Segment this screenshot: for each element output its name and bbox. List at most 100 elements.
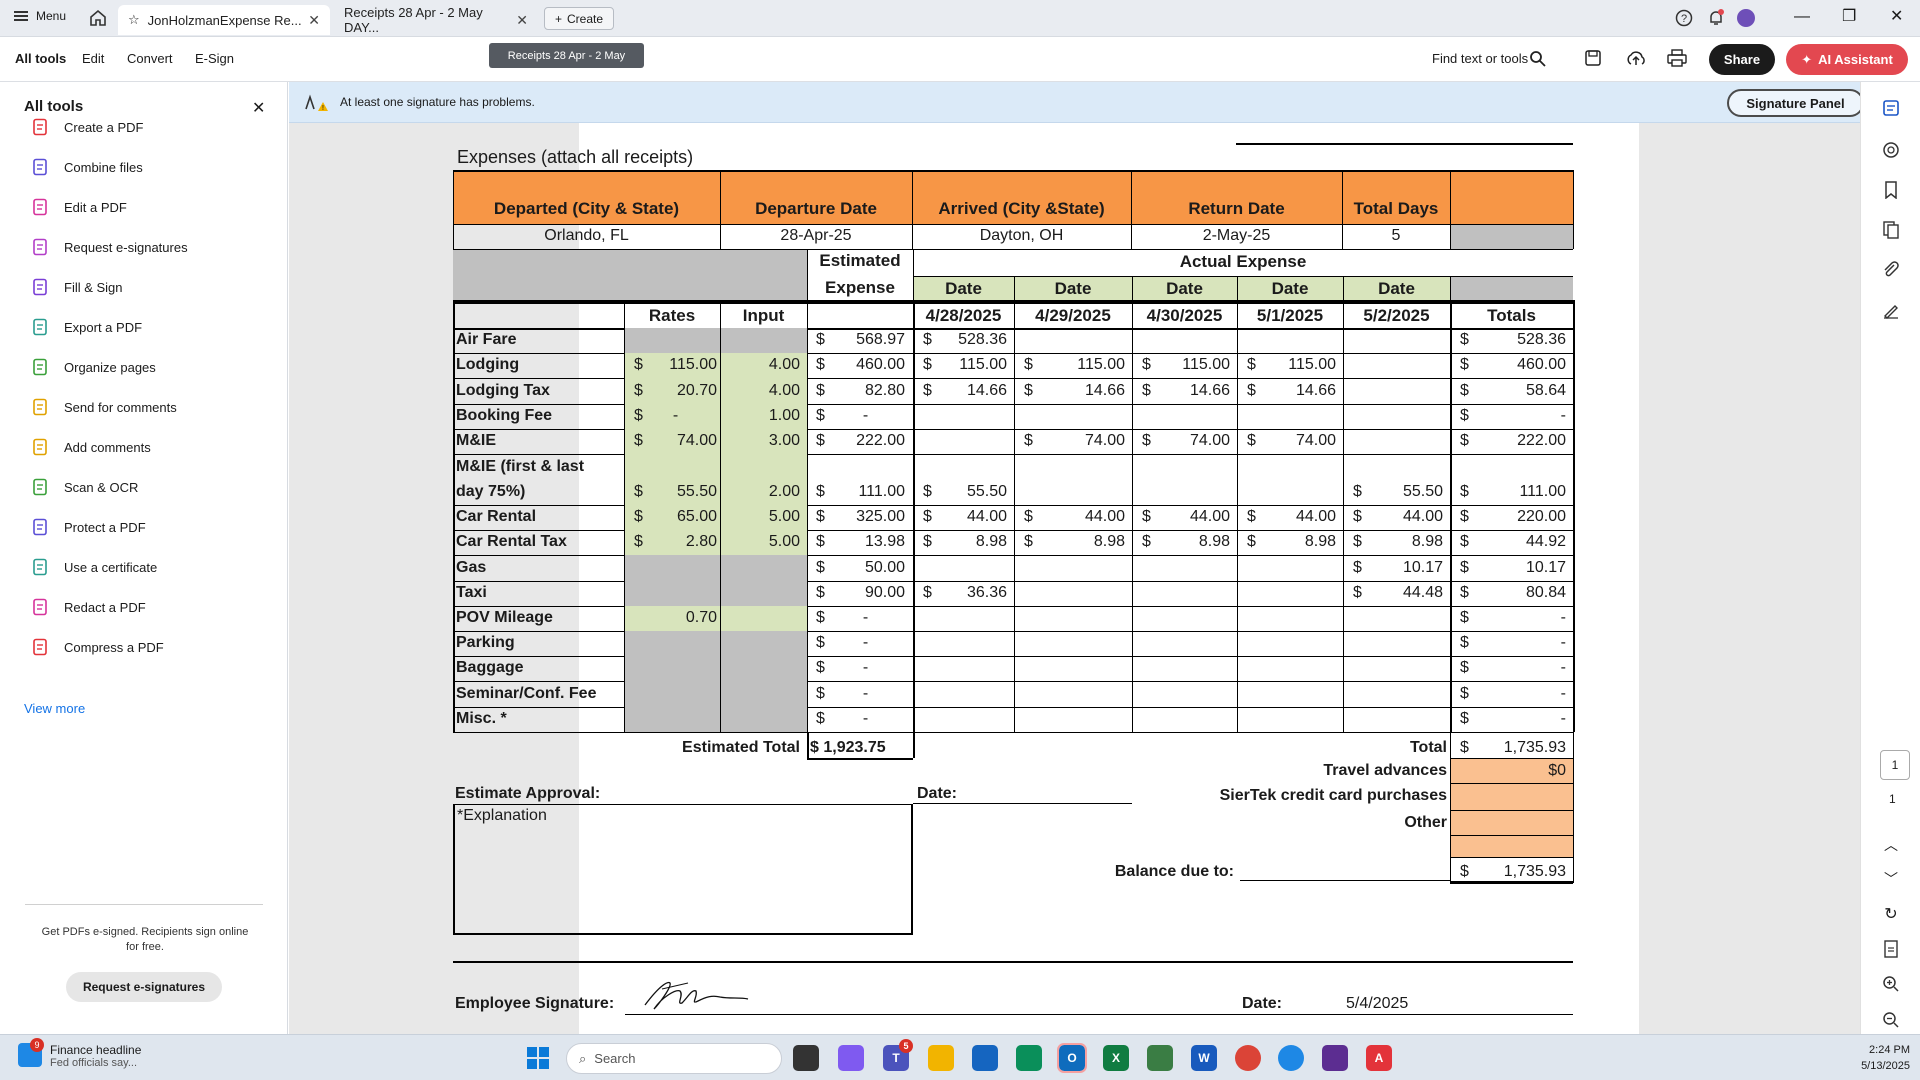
zoom-out-icon[interactable] xyxy=(1881,1010,1901,1030)
actual-value[interactable]: 8.98 xyxy=(1363,532,1443,552)
close-tab-icon[interactable]: ✕ xyxy=(516,12,528,29)
actual-value[interactable]: 14.66 xyxy=(1152,381,1230,401)
pages-icon[interactable] xyxy=(1881,220,1901,240)
edit-panel-icon[interactable] xyxy=(1881,98,1901,118)
save-icon[interactable] xyxy=(1584,49,1602,72)
request-esignatures-button[interactable]: Request e-signatures xyxy=(66,972,222,1002)
find-tools[interactable]: Find text or tools xyxy=(1432,51,1528,66)
app-icon[interactable] xyxy=(1278,1045,1304,1071)
signature-panel-button[interactable]: Signature Panel xyxy=(1727,89,1864,117)
close-tab-icon[interactable]: ✕ xyxy=(308,12,320,29)
app-icon-2[interactable] xyxy=(1322,1045,1348,1071)
minimize-icon[interactable]: — xyxy=(1794,8,1810,26)
actual-value[interactable]: 115.00 xyxy=(1034,355,1125,375)
travel-advances-value[interactable]: $0 xyxy=(1450,761,1566,781)
acrobat-icon[interactable]: A xyxy=(1366,1045,1392,1071)
tool-item-add-comments[interactable]: Add comments xyxy=(30,435,151,459)
actual-value[interactable]: 14.66 xyxy=(1257,381,1336,401)
actual-value[interactable]: 44.48 xyxy=(1363,583,1443,603)
tool-item-organize-pages[interactable]: Organize pages xyxy=(30,355,156,379)
trip-value-0[interactable]: Orlando, FL xyxy=(453,226,720,246)
rate-value[interactable]: 115.00 xyxy=(634,355,717,375)
tool-item-create-pdf[interactable]: Create a PDF xyxy=(30,115,143,139)
input-value[interactable]: 2.00 xyxy=(722,482,800,502)
notifications-icon[interactable] xyxy=(1706,8,1726,33)
edge-icon[interactable] xyxy=(1016,1045,1042,1071)
trip-value-3[interactable]: 2-May-25 xyxy=(1131,226,1342,246)
actual-value[interactable]: 74.00 xyxy=(1034,431,1125,451)
input-value[interactable]: 4.00 xyxy=(722,355,800,375)
tool-item-request-esign[interactable]: Request e-signatures xyxy=(30,235,188,259)
tool-item-protect-pdf[interactable]: Protect a PDF xyxy=(30,515,146,539)
tool-item-combine-files[interactable]: Combine files xyxy=(30,155,143,179)
comment-icon[interactable] xyxy=(1881,140,1901,160)
menu-all-tools[interactable]: All tools xyxy=(15,51,66,66)
tool-item-compress-pdf[interactable]: Compress a PDF xyxy=(30,635,164,659)
actual-value[interactable]: 528.36 xyxy=(933,330,1007,350)
word-icon[interactable]: W xyxy=(1191,1045,1217,1071)
print-icon[interactable] xyxy=(1667,49,1687,72)
chevron-down-icon[interactable]: ﹀ xyxy=(1881,869,1901,889)
close-window-icon[interactable]: ✕ xyxy=(1890,6,1903,26)
store-icon[interactable] xyxy=(972,1045,998,1071)
actual-value[interactable]: 8.98 xyxy=(1034,532,1125,552)
system-clock[interactable]: 2:24 PM 5/13/2025 xyxy=(1830,1042,1910,1074)
actual-value[interactable]: 74.00 xyxy=(1257,431,1336,451)
page-fit-icon[interactable] xyxy=(1881,939,1901,959)
star-icon[interactable]: ☆ xyxy=(128,12,140,28)
menu-esign[interactable]: E-Sign xyxy=(195,51,234,66)
tab-expense-report[interactable]: ☆ JonHolzmanExpense Re... ✕ xyxy=(118,5,330,35)
actual-value[interactable]: 44.00 xyxy=(1363,507,1443,527)
avatar[interactable] xyxy=(1737,9,1755,27)
actual-value[interactable]: 10.17 xyxy=(1363,558,1443,578)
trip-value-2[interactable]: Dayton, OH xyxy=(912,226,1131,246)
restore-icon[interactable]: ❐ xyxy=(1842,6,1856,26)
view-more-link[interactable]: View more xyxy=(24,701,85,716)
input-value[interactable]: 1.00 xyxy=(722,406,800,426)
task-view-icon[interactable] xyxy=(793,1045,819,1071)
current-page-input[interactable]: 1 xyxy=(1880,750,1910,780)
menu-edit[interactable]: Edit xyxy=(82,51,104,66)
rate-value[interactable]: 2.80 xyxy=(634,532,717,552)
help-icon[interactable]: ? xyxy=(1675,9,1693,32)
input-value[interactable]: 4.00 xyxy=(722,381,800,401)
zoom-in-icon[interactable] xyxy=(1881,974,1901,994)
tool-item-export-pdf[interactable]: Export a PDF xyxy=(30,315,142,339)
chevron-up-icon[interactable]: ︿ xyxy=(1881,835,1901,855)
rate-value[interactable]: 20.70 xyxy=(634,381,717,401)
rate-value[interactable]: 55.50 xyxy=(634,482,717,502)
trip-value-1[interactable]: 28-Apr-25 xyxy=(720,226,912,246)
actual-value[interactable]: 55.50 xyxy=(1363,482,1443,502)
rate-value[interactable]: 0.70 xyxy=(634,608,717,628)
document-viewport[interactable]: Expenses (attach all receipts) Departed (… xyxy=(289,123,1860,1034)
menu-button[interactable]: Menu xyxy=(14,9,66,23)
news-widget[interactable]: 9 Finance headline Fed officials say... xyxy=(18,1038,141,1069)
calculator-icon[interactable] xyxy=(1147,1045,1173,1071)
actual-value[interactable]: 115.00 xyxy=(1257,355,1336,375)
rate-value[interactable]: 65.00 xyxy=(634,507,717,527)
tool-item-fill-sign[interactable]: Fill & Sign xyxy=(30,275,123,299)
tab-receipts[interactable]: Receipts 28 Apr - 2 May DAY... ✕ xyxy=(334,5,538,35)
actual-value[interactable]: 44.00 xyxy=(1034,507,1125,527)
attachment-icon[interactable] xyxy=(1881,260,1901,280)
actual-value[interactable]: 115.00 xyxy=(933,355,1007,375)
actual-value[interactable]: 36.36 xyxy=(933,583,1007,603)
tool-item-send-comments[interactable]: Send for comments xyxy=(30,395,177,419)
signature-tool-icon[interactable] xyxy=(1881,300,1901,320)
close-panel-icon[interactable]: ✕ xyxy=(252,98,265,118)
start-button[interactable] xyxy=(527,1047,549,1069)
actual-value[interactable]: 14.66 xyxy=(1034,381,1125,401)
create-button[interactable]: + Create xyxy=(544,7,614,30)
actual-value[interactable]: 44.00 xyxy=(1257,507,1336,527)
rate-value[interactable]: - xyxy=(634,406,717,426)
tool-item-edit-pdf[interactable]: Edit a PDF xyxy=(30,195,127,219)
actual-value[interactable]: 44.00 xyxy=(933,507,1007,527)
excel-icon[interactable]: X xyxy=(1103,1045,1129,1071)
taskbar-search[interactable]: ⌕ Search xyxy=(566,1043,782,1074)
input-value[interactable]: 3.00 xyxy=(722,431,800,451)
actual-value[interactable]: 14.66 xyxy=(933,381,1007,401)
ai-assistant-button[interactable]: ✦ AI Assistant xyxy=(1786,44,1908,75)
share-button[interactable]: Share xyxy=(1709,44,1775,75)
refresh-icon[interactable]: ↻ xyxy=(1881,904,1901,924)
trip-value-4[interactable]: 5 xyxy=(1342,226,1450,246)
